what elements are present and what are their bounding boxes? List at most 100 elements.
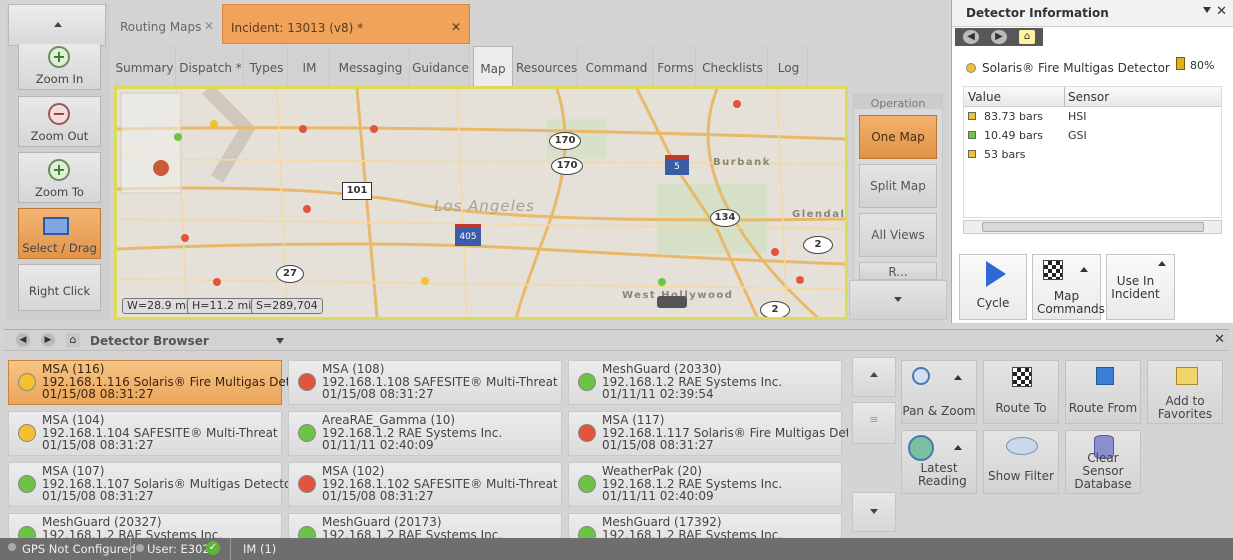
detector-card[interactable]: MSA (107) 192.168.1.107 Solaris® Multigas… — [8, 462, 296, 507]
vehicle-icon[interactable] — [657, 296, 687, 308]
card-time: 01/11/11 02:40:09 — [602, 489, 714, 503]
tab-incident[interactable]: Incident: 13013 (v8) * ✕ — [222, 4, 470, 44]
back-icon[interactable]: ◀ — [16, 333, 30, 347]
card-time: 01/15/08 08:31:27 — [42, 438, 154, 452]
detector-card[interactable]: MeshGuard (20327) 192.168.1.2 RAE Systems… — [8, 513, 282, 538]
operation-scroll-down[interactable] — [849, 280, 947, 320]
tab-routing-maps[interactable]: Routing Maps ✕ — [112, 4, 218, 44]
cards-scroll-up[interactable] — [852, 357, 896, 397]
pan-zoom-button[interactable]: Pan & Zoom — [901, 360, 977, 424]
zoom-out-button[interactable]: − Zoom Out — [18, 96, 101, 147]
detector-info-title: Detector Information — [952, 0, 1233, 27]
zoom-to-button[interactable]: + Zoom To — [18, 152, 101, 203]
gps-icon — [8, 543, 16, 551]
highway-shield: 134 — [710, 209, 740, 227]
detector-name: Solaris® Fire Multigas Detector — [982, 61, 1170, 75]
tab-log[interactable]: Log — [770, 46, 808, 86]
forward-icon[interactable]: ▶ — [991, 30, 1007, 44]
tab-types[interactable]: Types — [246, 46, 288, 86]
detector-card[interactable]: AreaRAE_Gamma (10) 192.168.1.2 RAE System… — [288, 411, 562, 456]
right-click-button[interactable]: Right Click — [18, 264, 101, 311]
home-icon[interactable]: ⌂ — [66, 333, 80, 347]
forward-icon[interactable]: ▶ — [41, 333, 55, 347]
map-tools-panel: + Zoom In − Zoom Out + Zoom To Select / … — [6, 4, 110, 320]
home-icon[interactable]: ⌂ — [1019, 30, 1035, 44]
map-label-glendale: Glendale — [792, 209, 848, 220]
zoom-in-button[interactable]: + Zoom In — [18, 44, 101, 90]
detector-card[interactable]: MSA (116) 192.168.1.116 Solaris® Fire Mul… — [8, 360, 321, 405]
card-name: MSA (107) — [42, 464, 105, 478]
dropdown-icon[interactable] — [276, 338, 284, 344]
highway-shield: 27 — [276, 265, 304, 283]
route-from-label: Route From — [1068, 401, 1138, 415]
detector-card[interactable]: MeshGuard (17392) 192.168.1.2 RAE Systems… — [568, 513, 842, 538]
user-icon — [136, 544, 144, 552]
operation-more-button[interactable]: R... — [859, 262, 937, 280]
clear-database-button[interactable]: Clear Sensor Database — [1065, 430, 1141, 494]
add-favorites-button[interactable]: Add to Favorites — [1147, 360, 1223, 424]
select-drag-button[interactable]: Select / Drag — [18, 208, 101, 259]
card-time: 01/11/11 02:39:54 — [602, 387, 714, 401]
status-dot — [18, 526, 36, 538]
all-views-button[interactable]: All Views — [859, 213, 937, 257]
interstate-shield: 5 — [665, 155, 689, 175]
dropdown-icon[interactable] — [1203, 7, 1211, 13]
split-map-button[interactable]: Split Map — [859, 164, 937, 208]
latest-reading-label: Latest Reading — [918, 461, 967, 488]
tab-incident-label: Incident: 13013 (v8) * — [231, 21, 364, 35]
detector-card[interactable]: WeatherPak (20) 192.168.1.2 RAE Systems I… — [568, 462, 842, 507]
card-time: 01/15/08 08:31:27 — [322, 489, 434, 503]
tab-guidance[interactable]: Guidance — [412, 46, 470, 86]
scroll-thumb[interactable] — [982, 222, 1204, 232]
table-row[interactable]: 53 bars — [964, 145, 1221, 164]
table-row[interactable]: 83.73 bars HSI — [964, 107, 1221, 126]
back-icon[interactable]: ◀ — [963, 30, 979, 44]
close-icon[interactable]: ✕ — [1216, 4, 1227, 19]
detector-card[interactable]: MeshGuard (20330) 192.168.1.2 RAE Systems… — [568, 360, 842, 405]
sensor-name: HSI — [1068, 110, 1087, 123]
arrow-up-icon — [870, 372, 878, 377]
map-commands-button[interactable]: Map Commands — [1032, 254, 1105, 320]
horizontal-scrollbar[interactable] — [963, 220, 1222, 234]
scroll-up-button[interactable] — [8, 4, 106, 46]
tab-command[interactable]: Command — [580, 46, 654, 86]
highway-shield: 170 — [549, 132, 581, 150]
tab-im[interactable]: IM — [290, 46, 330, 86]
cycle-label: Cycle — [976, 296, 1010, 310]
detector-card[interactable]: MSA (108) 192.168.1.108 SAFESITE® Multi-T… — [288, 360, 562, 405]
map-view[interactable]: Los Angeles Burbank Glendale West Hollyw… — [114, 86, 848, 320]
detector-card[interactable]: MSA (104) 192.168.1.104 SAFESITE® Multi-T… — [8, 411, 282, 456]
tab-checklists[interactable]: Checklists — [698, 46, 768, 86]
tab-summary[interactable]: Summary — [114, 46, 176, 86]
highway-shield: 101 — [342, 182, 372, 200]
close-icon[interactable]: ✕ — [1214, 332, 1225, 347]
close-icon[interactable]: ✕ — [451, 20, 461, 34]
show-filter-button[interactable]: Show Filter — [983, 430, 1059, 494]
tab-map[interactable]: Map — [473, 46, 513, 86]
card-time: 01/11/11 02:40:09 — [322, 438, 434, 452]
cycle-button[interactable]: Cycle — [959, 254, 1027, 320]
latest-reading-button[interactable]: Latest Reading — [901, 430, 977, 494]
column-sensor[interactable]: Sensor — [1068, 90, 1109, 104]
detector-card[interactable]: MSA (102) 192.168.1.102 SAFESITE® Multi-T… — [288, 462, 562, 507]
detector-card[interactable]: MeshGuard (20173) 192.168.1.2 RAE Systems… — [288, 513, 562, 538]
one-map-button[interactable]: One Map — [859, 115, 937, 159]
route-from-button[interactable]: Route From — [1065, 360, 1141, 424]
tab-messaging[interactable]: Messaging — [332, 46, 410, 86]
detector-card[interactable]: MSA (117) 192.168.1.117 Solaris® Fire Mul… — [568, 411, 848, 456]
operation-panel: Operation One Map Split Map All Views R.… — [853, 94, 943, 280]
table-row[interactable]: 10.49 bars GSI — [964, 126, 1221, 145]
tab-dispatch[interactable]: Dispatch * — [178, 46, 244, 86]
use-in-incident-button[interactable]: Use In Incident — [1106, 254, 1175, 320]
pan-zoom-label: Pan & Zoom — [902, 404, 976, 418]
close-icon[interactable]: ✕ — [204, 19, 214, 33]
cards-scroll-down[interactable] — [852, 492, 896, 532]
route-to-button[interactable]: Route To — [983, 360, 1059, 424]
column-value[interactable]: Value — [968, 90, 1001, 104]
tab-forms[interactable]: Forms — [656, 46, 696, 86]
tab-resources[interactable]: Resources — [516, 46, 578, 86]
cards-scroll-thumb[interactable]: ≡ — [852, 402, 896, 444]
im-status[interactable]: IM (1) — [243, 542, 276, 556]
card-name: MSA (116) — [42, 362, 105, 376]
status-dot — [18, 424, 36, 442]
